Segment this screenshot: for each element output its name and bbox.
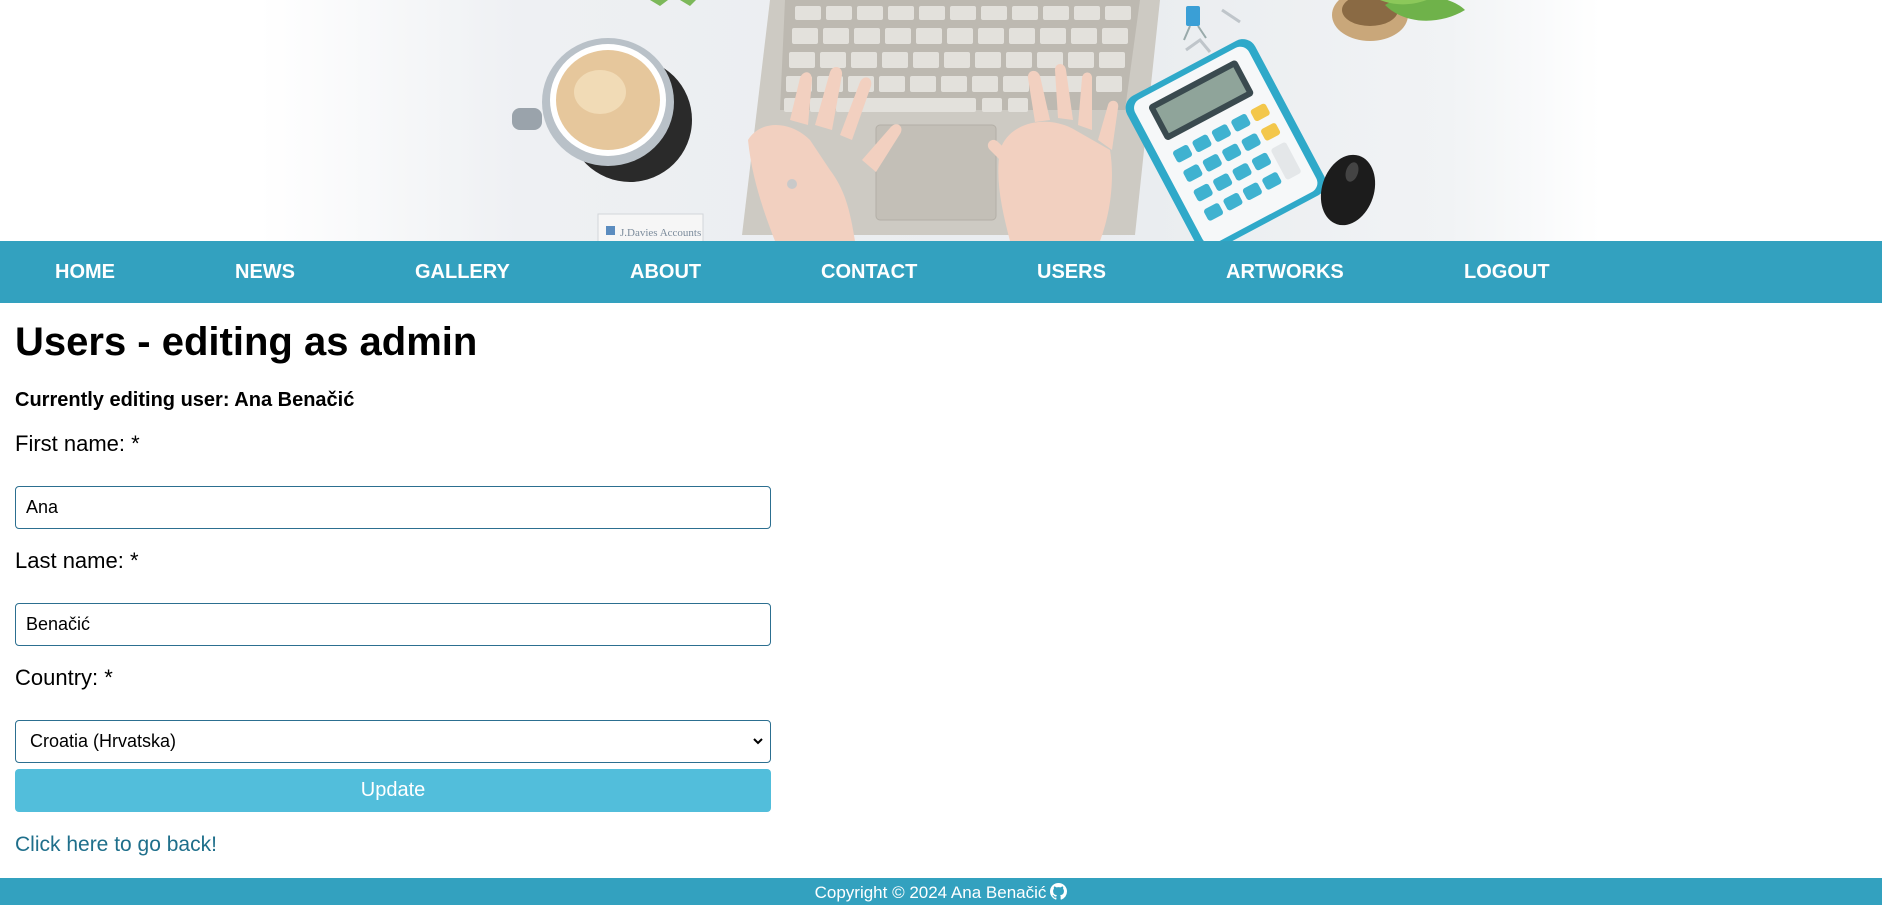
github-icon[interactable] bbox=[1050, 880, 1068, 910]
footer: Copyright © 2024 Ana Benačić bbox=[0, 878, 1882, 905]
hero-banner-image: J.Davies Accounts bbox=[0, 0, 1882, 241]
update-button[interactable]: Update bbox=[15, 769, 771, 812]
chevron-down-icon bbox=[753, 738, 763, 745]
first-name-label: First name: * bbox=[15, 431, 140, 456]
main-navigation: HOME NEWS GALLERY ABOUT CONTACT USERS AR… bbox=[0, 241, 1882, 303]
coffee-cup bbox=[512, 38, 692, 182]
computer-mouse bbox=[1320, 154, 1376, 226]
last-name-input[interactable] bbox=[15, 603, 771, 646]
country-label: Country: * bbox=[15, 665, 113, 690]
go-back-link[interactable]: Click here to go back! bbox=[15, 833, 217, 857]
copyright-text: Copyright © 2024 Ana Benačić bbox=[814, 883, 1047, 902]
nav-home[interactable]: HOME bbox=[55, 241, 115, 303]
nav-gallery[interactable]: GALLERY bbox=[415, 241, 510, 303]
last-name-label: Last name: * bbox=[15, 548, 139, 573]
plant-decoration bbox=[1332, 0, 1465, 41]
nav-about[interactable]: ABOUT bbox=[630, 241, 701, 303]
desk-illustration: J.Davies Accounts bbox=[512, 0, 1465, 241]
country-selected-value: Croatia (Hrvatska) bbox=[30, 731, 177, 751]
nav-artworks[interactable]: ARTWORKS bbox=[1226, 241, 1344, 303]
nav-news[interactable]: NEWS bbox=[235, 241, 295, 303]
page-title: Users - editing as admin bbox=[15, 320, 478, 364]
country-select[interactable]: Croatia (Hrvatska) bbox=[15, 720, 771, 763]
first-name-input[interactable] bbox=[15, 486, 771, 529]
editing-user-subtitle: Currently editing user: Ana Benačić bbox=[15, 389, 355, 411]
svg-text:J.Davies Accounts: J.Davies Accounts bbox=[620, 227, 701, 239]
nav-users[interactable]: USERS bbox=[1037, 241, 1106, 303]
nav-logout[interactable]: LOGOUT bbox=[1464, 241, 1550, 303]
notebook: J.Davies Accounts bbox=[597, 213, 704, 241]
nav-contact[interactable]: CONTACT bbox=[821, 241, 917, 303]
